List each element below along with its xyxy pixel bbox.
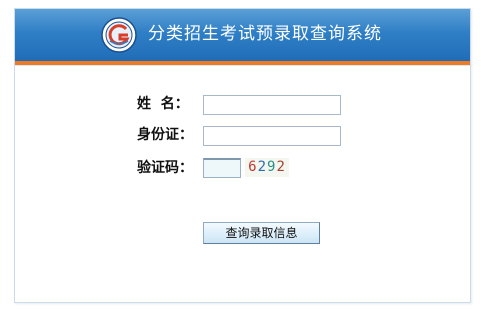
captcha-image[interactable]: 6292: [245, 158, 289, 177]
name-label: 姓 名：: [137, 96, 189, 112]
id-number-field[interactable]: [203, 126, 341, 146]
header-divider-light: [15, 65, 470, 66]
name-field[interactable]: [203, 95, 341, 115]
id-number-label: 身份证：: [137, 127, 193, 143]
captcha-field[interactable]: [203, 158, 241, 178]
captcha-digit: 6: [248, 159, 258, 175]
captcha-digit: 2: [257, 159, 267, 175]
captcha-digit: 2: [276, 159, 286, 175]
query-panel: 分类招生考试预录取查询系统 姓 名： 身份证： 验证码： 6292 查询录取信息: [14, 8, 471, 303]
page-title: 分类招生考试预录取查询系统: [148, 24, 382, 44]
school-emblem-icon: [101, 17, 137, 53]
header-bar: 分类招生考试预录取查询系统: [15, 9, 470, 61]
captcha-label: 验证码：: [137, 160, 193, 176]
query-admission-button[interactable]: 查询录取信息: [203, 222, 320, 244]
